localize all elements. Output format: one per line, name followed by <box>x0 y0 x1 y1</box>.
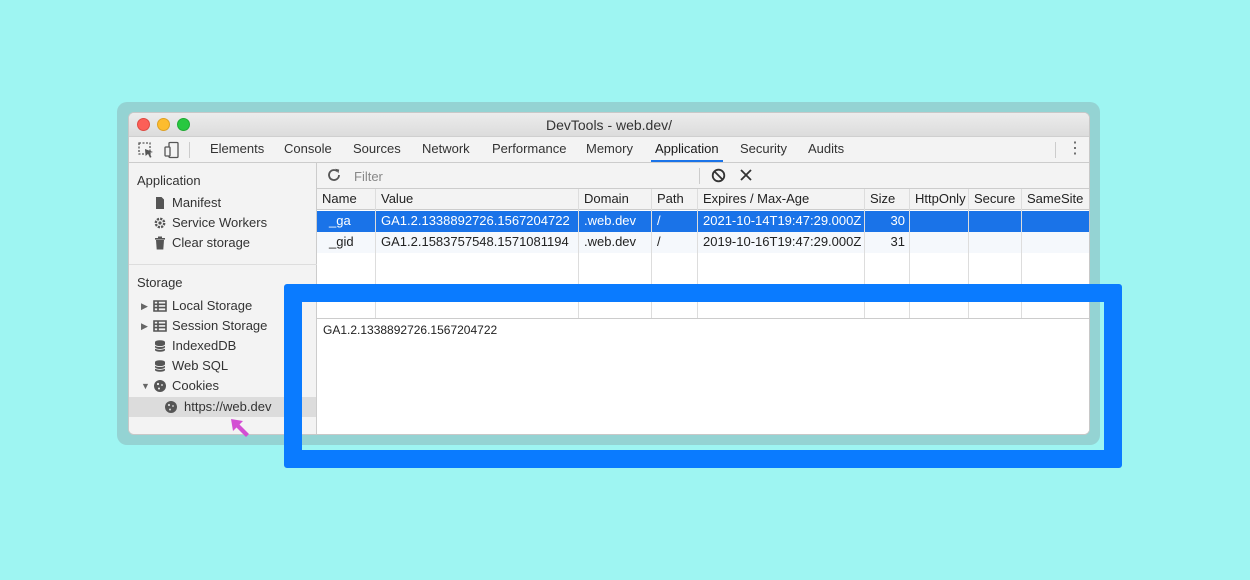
highlight-frame <box>284 284 1122 468</box>
tab-sources[interactable]: Sources <box>349 137 405 162</box>
sidebar-item-label: Session Storage <box>172 318 268 333</box>
delete-selected-icon[interactable] <box>739 168 753 182</box>
tab-security[interactable]: Security <box>736 137 791 162</box>
sidebar-item-manifest[interactable]: Manifest <box>129 193 316 213</box>
pointer-arrow-icon <box>231 419 249 437</box>
section-heading-storage: Storage <box>137 275 183 290</box>
cookie-samesite-cell <box>1022 232 1089 252</box>
cookie-size-cell: 31 <box>890 234 905 249</box>
cookie-name-cell: _gid <box>329 234 354 249</box>
column-header-size[interactable]: Size <box>865 189 910 209</box>
sidebar-divider <box>129 264 317 265</box>
cookie-secure-cell <box>969 232 1022 252</box>
device-toolbar-icon[interactable] <box>163 141 181 159</box>
more-options-icon[interactable]: ⋮ <box>1067 140 1083 160</box>
cookie-name-cell: _ga <box>329 213 351 228</box>
sidebar-item-service-workers[interactable]: Service Workers <box>129 213 316 233</box>
table-row[interactable]: _gid GA1.2.1583757548.1571081194 .web.de… <box>317 232 1089 253</box>
trash-icon <box>155 236 165 250</box>
sidebar-item-label: Manifest <box>172 195 222 210</box>
document-icon <box>156 197 164 209</box>
tab-audits[interactable]: Audits <box>804 137 848 162</box>
sidebar-item-label: Cookies <box>172 378 219 393</box>
tab-console[interactable]: Console <box>280 137 336 162</box>
table-grid-icon <box>153 300 167 312</box>
toolbar-divider <box>699 168 700 184</box>
cookie-domain-cell: .web.dev <box>584 234 637 249</box>
cookie-samesite-cell <box>1022 211 1089 231</box>
title-bar: DevTools - web.dev/ <box>129 113 1089 137</box>
cookie-secure-cell <box>969 211 1022 231</box>
cookies-toolbar <box>317 163 1089 189</box>
tab-application[interactable]: Application <box>651 137 723 162</box>
column-header-path[interactable]: Path <box>652 189 698 209</box>
filter-input[interactable] <box>348 166 693 186</box>
column-header-expires[interactable]: Expires / Max-Age <box>698 189 865 209</box>
column-header-httponly[interactable]: HttpOnly <box>910 189 969 209</box>
cookie-path-cell: / <box>657 213 661 228</box>
cookie-expires-cell: 2019-10-16T19:47:29.000Z <box>703 234 862 249</box>
sidebar-item-clear-storage[interactable]: Clear storage <box>129 233 316 253</box>
column-header-samesite[interactable]: SameSite <box>1022 189 1089 209</box>
refresh-icon[interactable] <box>326 167 342 183</box>
cookie-expires-cell: 2021-10-14T19:47:29.000Z <box>703 213 862 228</box>
table-row[interactable]: _ga GA1.2.1338892726.1567204722 .web.dev… <box>317 211 1089 232</box>
column-header-secure[interactable]: Secure <box>969 189 1022 209</box>
sidebar-item-label: https://web.dev <box>184 399 272 414</box>
sidebar-item-label: Clear storage <box>172 235 251 250</box>
section-heading-application: Application <box>137 173 201 188</box>
collapse-arrow-icon[interactable]: ▼ <box>141 381 150 391</box>
sidebar-item-label: Web SQL <box>172 358 229 373</box>
sidebar-item-label: Local Storage <box>172 298 253 313</box>
cookie-path-cell: / <box>657 234 661 249</box>
database-icon <box>154 340 166 352</box>
cookie-icon <box>165 401 177 413</box>
cookie-httponly-cell <box>910 232 969 252</box>
cookie-domain-cell: .web.dev <box>584 213 637 228</box>
tab-memory[interactable]: Memory <box>582 137 637 162</box>
sidebar-item-label: Service Workers <box>172 215 268 230</box>
window-title: DevTools - web.dev/ <box>545 117 673 133</box>
table-grid-icon <box>153 320 167 332</box>
cookie-size-cell: 30 <box>890 213 905 228</box>
expand-arrow-icon[interactable]: ▶ <box>141 321 148 332</box>
table-header-row: Name Value Domain Path Expires / Max-Age… <box>317 189 1089 210</box>
cookie-value-cell: GA1.2.1338892726.1567204722 <box>381 213 570 228</box>
column-header-name[interactable]: Name <box>317 189 376 209</box>
cookie-value-cell: GA1.2.1583757548.1571081194 <box>381 234 569 249</box>
panel-tab-bar: Elements Console Sources Network Perform… <box>129 137 1089 163</box>
tab-network[interactable]: Network <box>418 137 474 162</box>
inspect-element-icon[interactable] <box>137 141 155 159</box>
gear-icon <box>154 217 166 229</box>
toolbar-divider <box>189 142 190 158</box>
column-header-domain[interactable]: Domain <box>579 189 652 209</box>
sidebar-item-label: IndexedDB <box>172 338 237 353</box>
toolbar-divider <box>1055 142 1056 158</box>
expand-arrow-icon[interactable]: ▶ <box>141 301 148 312</box>
tab-elements[interactable]: Elements <box>206 137 268 162</box>
clear-all-cookies-icon[interactable] <box>711 168 726 183</box>
database-icon <box>154 360 166 372</box>
tab-performance[interactable]: Performance <box>488 137 570 162</box>
cookie-icon <box>154 380 166 392</box>
cookie-httponly-cell <box>910 211 969 231</box>
column-header-value[interactable]: Value <box>376 189 579 209</box>
